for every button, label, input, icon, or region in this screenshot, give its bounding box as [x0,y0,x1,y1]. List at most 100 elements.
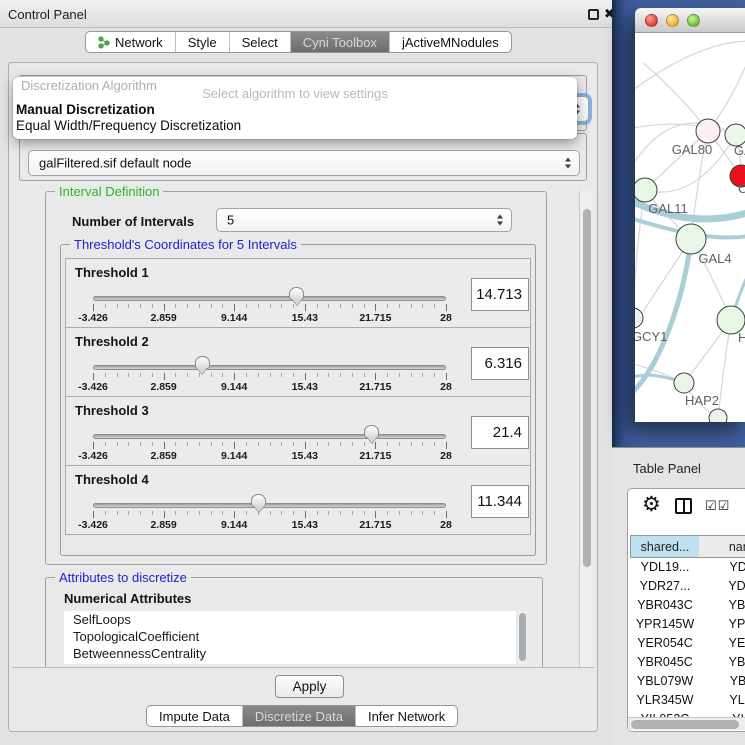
attribute-list-item[interactable]: SelfLoops [64,611,516,628]
panel-scrollbar[interactable] [579,191,593,669]
number-of-intervals-combobox[interactable]: 5 [216,208,512,232]
cell-name[interactable]: YLR3 [699,691,745,710]
slider-track[interactable] [93,296,446,301]
split-columns-icon[interactable] [675,498,692,514]
attribute-list-item[interactable]: TopologicalCoefficient [64,628,516,645]
table-row[interactable]: YPR145WYPR1 [628,615,745,634]
float-window-icon[interactable] [588,9,599,20]
column-header-shared-name[interactable]: shared... [630,535,700,558]
cell-shared-name[interactable]: YDL19... [630,558,700,577]
threshold-value-field[interactable]: 6.316 [471,347,529,380]
tab-network[interactable]: Network [86,32,176,52]
table-hscrollbar[interactable] [628,717,745,730]
slider-handle[interactable] [289,287,304,300]
network-node[interactable] [674,373,694,393]
cell-name[interactable]: YBL0 [699,672,745,691]
network-node[interactable] [676,224,706,254]
network-window-titlebar[interactable] [635,8,745,33]
threshold-value-field[interactable]: 11.344 [471,485,529,518]
table-data-group: Table Data galFiltered.sif default node [19,133,587,181]
cell-name[interactable]: YER0 [699,634,745,653]
slider-track[interactable] [93,434,446,439]
cell-name[interactable]: YIL0 [699,710,745,717]
top-tab-strip: Network Style Select Cyni Toolbox jActiv… [85,31,512,53]
column-header-name[interactable]: name [699,535,745,558]
tab-style[interactable]: Style [176,32,230,52]
slider-handle[interactable] [251,494,266,507]
cell-shared-name[interactable]: YBL079W [630,672,700,691]
table-row[interactable]: YBR043CYBR0 [628,596,745,615]
tab-impute-data[interactable]: Impute Data [147,706,243,726]
gear-icon[interactable]: ⚙ [642,492,661,517]
threshold-rows: Threshold 1-3.4262.8599.14415.4321.71528… [65,259,531,535]
table-row[interactable]: YLR345WYLR3 [628,691,745,710]
tab-jactivemnodules[interactable]: jActiveMNodules [390,32,511,52]
table-row[interactable]: YBL079WYBL0 [628,672,745,691]
network-canvas[interactable]: GAL80GACGAL11GAL4GCY1HHAP2 [635,33,745,422]
cell-shared-name[interactable]: YER054C [630,634,700,653]
table-row[interactable]: YIL052CYIL0 [628,710,745,717]
slider-handle[interactable] [195,356,210,369]
cell-name[interactable]: YBR0 [699,653,745,672]
slider-track[interactable] [93,503,446,508]
tick-mark [222,442,223,446]
network-node[interactable] [709,409,727,422]
tab-cyni-toolbox[interactable]: Cyni Toolbox [291,32,390,52]
tick-label: 28 [440,381,452,393]
cell-name[interactable]: YPR1 [699,615,745,634]
slider-track[interactable] [93,365,446,370]
tick-mark [399,511,400,515]
cell-name[interactable]: YDR2 [699,577,745,596]
tick-mark [234,511,235,518]
threshold-value-field[interactable]: 21.4 [471,416,529,449]
zoom-traffic-light[interactable] [687,14,700,27]
apply-button[interactable]: Apply [275,675,344,698]
scrollbar-thumb[interactable] [583,209,591,567]
cell-shared-name[interactable]: YPR145W [630,615,700,634]
tick-mark [446,373,447,380]
slider-handle[interactable] [364,425,379,438]
tick-mark [270,304,271,308]
tick-label: 15.43 [292,450,318,462]
cell-shared-name[interactable]: YBR045C [630,653,700,672]
tick-mark [446,304,447,311]
tick-mark [175,304,176,308]
dropdown-option-equal-width[interactable]: Equal Width/Frequency Discretization [16,118,241,133]
network-node[interactable] [696,119,720,143]
minimize-traffic-light[interactable] [666,14,679,27]
threshold-value-field[interactable]: 14.713 [471,278,529,311]
tick-mark [246,511,247,515]
network-view-window[interactable]: GAL80GACGAL11GAL4GCY1HHAP2 [635,8,745,422]
cell-shared-name[interactable]: YBR043C [630,596,700,615]
cell-name[interactable]: YDL1 [699,558,745,577]
tab-discretize-data[interactable]: Discretize Data [243,706,356,726]
tab-infer-network[interactable]: Infer Network [356,706,457,726]
table-row[interactable]: YDR27...YDR2 [628,577,745,596]
cell-shared-name[interactable]: YDR27... [630,577,700,596]
cell-name[interactable]: YBR0 [699,596,745,615]
cell-shared-name[interactable]: YLR345W [630,691,700,710]
thresholds-group: Threshold's Coordinates for 5 Intervals … [60,244,536,556]
tick-label: -3.426 [78,450,108,462]
table-rows: YDL19...YDL1YDR27...YDR2YBR043CYBR0YPR14… [628,558,745,717]
node-label: HAP2 [685,393,719,408]
close-traffic-light[interactable] [645,14,658,27]
attributes-scrollbar[interactable] [518,611,527,664]
dropdown-option-manual[interactable]: Manual Discretization [16,102,155,117]
table-data-combobox[interactable]: galFiltered.sif default node [28,150,580,176]
table-row[interactable]: YBR045CYBR0 [628,653,745,672]
scrollbar-thumb[interactable] [631,720,739,729]
tick-mark [364,373,365,377]
table-row[interactable]: YER054CYER0 [628,634,745,653]
network-node[interactable] [635,308,643,328]
network-node[interactable] [635,178,657,202]
tab-select[interactable]: Select [230,32,291,52]
cell-shared-name[interactable]: YIL052C [630,710,700,717]
table-row[interactable]: YDL19...YDL1 [628,558,745,577]
dropdown-placeholder-item[interactable]: Select algorithm to view settings [13,86,577,101]
scrollbar-thumb[interactable] [519,613,526,661]
tick-mark [352,442,353,446]
select-columns-icon[interactable]: ☑☑ [705,498,730,514]
attribute-list-item[interactable]: BetweennessCentrality [64,645,516,662]
tick-mark [164,373,165,380]
